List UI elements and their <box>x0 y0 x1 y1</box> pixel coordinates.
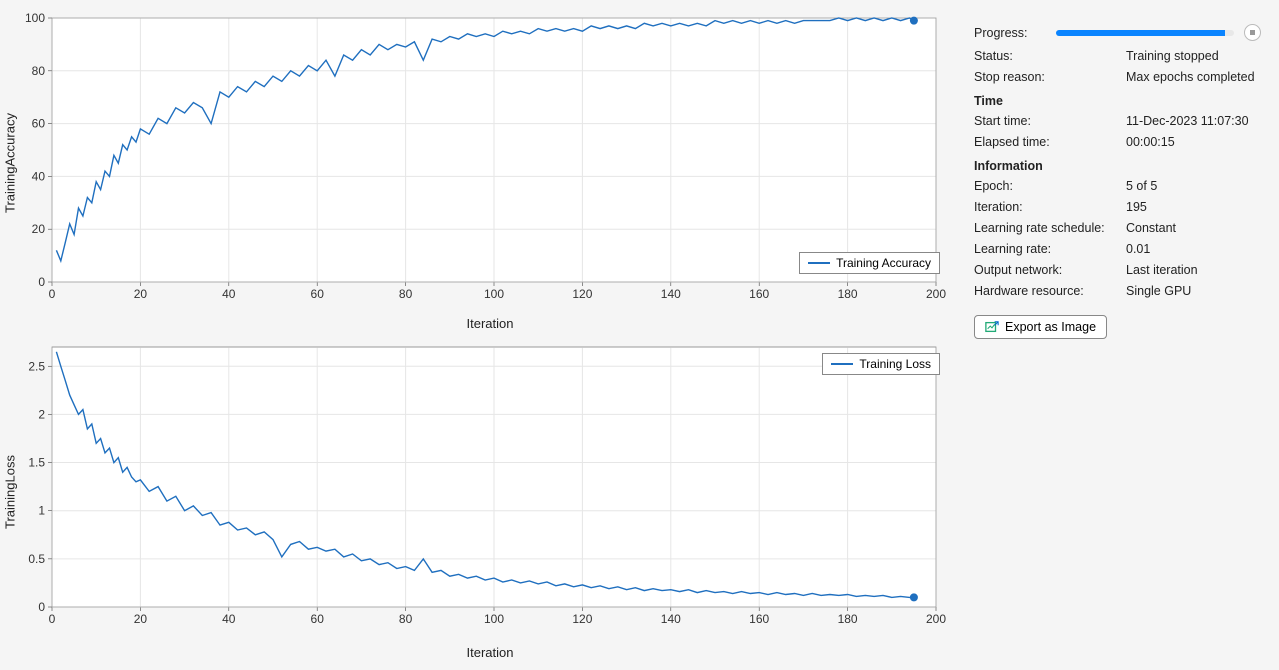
svg-text:100: 100 <box>484 612 504 626</box>
svg-text:1.5: 1.5 <box>28 456 45 470</box>
hw-label: Hardware resource: <box>974 284 1126 298</box>
iteration-label: Iteration: <box>974 200 1126 214</box>
export-label: Export as Image <box>1005 320 1096 334</box>
svg-text:0: 0 <box>49 612 56 626</box>
stop-icon <box>1250 30 1255 35</box>
svg-text:40: 40 <box>222 287 236 301</box>
legend-swatch <box>831 363 853 365</box>
svg-text:40: 40 <box>32 169 46 183</box>
stop-reason-label: Stop reason: <box>974 70 1126 84</box>
time-title: Time <box>974 94 1261 108</box>
svg-text:20: 20 <box>134 612 148 626</box>
accuracy-chart: TrainingAccuracy 0 20 40 60 80 100 120 140 160 18… <box>0 8 960 318</box>
svg-text:180: 180 <box>838 612 858 626</box>
start-time-value: 11-Dec-2023 11:07:30 <box>1126 114 1261 128</box>
svg-text:160: 160 <box>749 612 769 626</box>
svg-text:20: 20 <box>134 287 148 301</box>
side-panel: Progress: Status:Training stopped Stop r… <box>960 0 1279 670</box>
svg-text:200: 200 <box>926 287 946 301</box>
accuracy-legend: Training Accuracy <box>799 252 940 274</box>
svg-text:40: 40 <box>222 612 236 626</box>
svg-text:100: 100 <box>25 11 45 25</box>
elapsed-label: Elapsed time: <box>974 135 1126 149</box>
epoch-label: Epoch: <box>974 179 1126 193</box>
loss-xlabel: Iteration <box>20 645 960 660</box>
status-value: Training stopped <box>1126 49 1261 63</box>
output-net-value: Last iteration <box>1126 263 1261 277</box>
svg-text:60: 60 <box>311 287 325 301</box>
svg-text:80: 80 <box>399 287 413 301</box>
lr-sched-value: Constant <box>1126 221 1261 235</box>
stop-reason-value: Max epochs completed <box>1126 70 1261 84</box>
export-icon <box>985 320 999 334</box>
svg-text:60: 60 <box>32 117 46 131</box>
status-label: Status: <box>974 49 1126 63</box>
svg-text:140: 140 <box>661 287 681 301</box>
lr-label: Learning rate: <box>974 242 1126 256</box>
svg-text:20: 20 <box>32 222 46 236</box>
loss-ylabel: TrainingLoss <box>0 337 20 647</box>
svg-text:0: 0 <box>49 287 56 301</box>
svg-text:120: 120 <box>572 287 592 301</box>
loss-chart: TrainingLoss 020406080100120140160180200… <box>0 337 960 647</box>
hw-value: Single GPU <box>1126 284 1261 298</box>
svg-text:0.5: 0.5 <box>28 552 45 566</box>
export-image-button[interactable]: Export as Image <box>974 315 1107 339</box>
svg-text:1: 1 <box>38 504 45 518</box>
accuracy-ylabel: TrainingAccuracy <box>0 8 20 318</box>
stop-button[interactable] <box>1244 24 1261 41</box>
start-time-label: Start time: <box>974 114 1126 128</box>
progress-bar <box>1056 30 1234 36</box>
legend-label: Training Accuracy <box>836 256 931 270</box>
elapsed-value: 00:00:15 <box>1126 135 1261 149</box>
svg-text:200: 200 <box>926 612 946 626</box>
svg-text:120: 120 <box>572 612 592 626</box>
loss-legend: Training Loss <box>822 353 940 375</box>
legend-swatch <box>808 262 830 264</box>
legend-label: Training Loss <box>859 357 931 371</box>
epoch-value: 5 of 5 <box>1126 179 1261 193</box>
svg-text:80: 80 <box>32 64 46 78</box>
svg-text:2.5: 2.5 <box>28 359 45 373</box>
progress-row: Progress: <box>974 24 1261 41</box>
svg-text:160: 160 <box>749 287 769 301</box>
svg-text:80: 80 <box>399 612 413 626</box>
svg-text:0: 0 <box>38 275 45 289</box>
progress-fill <box>1056 30 1225 36</box>
loss-plot: 0 20 40 60 80 100 120 140 160 180 200 0 0.5 1 1.5 2 2.5 <box>20 337 950 633</box>
svg-text:180: 180 <box>838 287 858 301</box>
output-net-label: Output network: <box>974 263 1126 277</box>
lr-sched-label: Learning rate schedule: <box>974 221 1126 235</box>
svg-text:100: 100 <box>484 287 504 301</box>
iteration-value: 195 <box>1126 200 1261 214</box>
svg-text:2: 2 <box>38 407 45 421</box>
charts-panel: TrainingAccuracy 02040608010012014016018… <box>0 0 960 670</box>
svg-text:60: 60 <box>311 612 325 626</box>
accuracy-xlabel: Iteration <box>20 316 960 331</box>
svg-text:0: 0 <box>38 600 45 614</box>
lr-value: 0.01 <box>1126 242 1261 256</box>
progress-label: Progress: <box>974 26 1046 40</box>
svg-text:140: 140 <box>661 612 681 626</box>
info-title: Information <box>974 159 1261 173</box>
